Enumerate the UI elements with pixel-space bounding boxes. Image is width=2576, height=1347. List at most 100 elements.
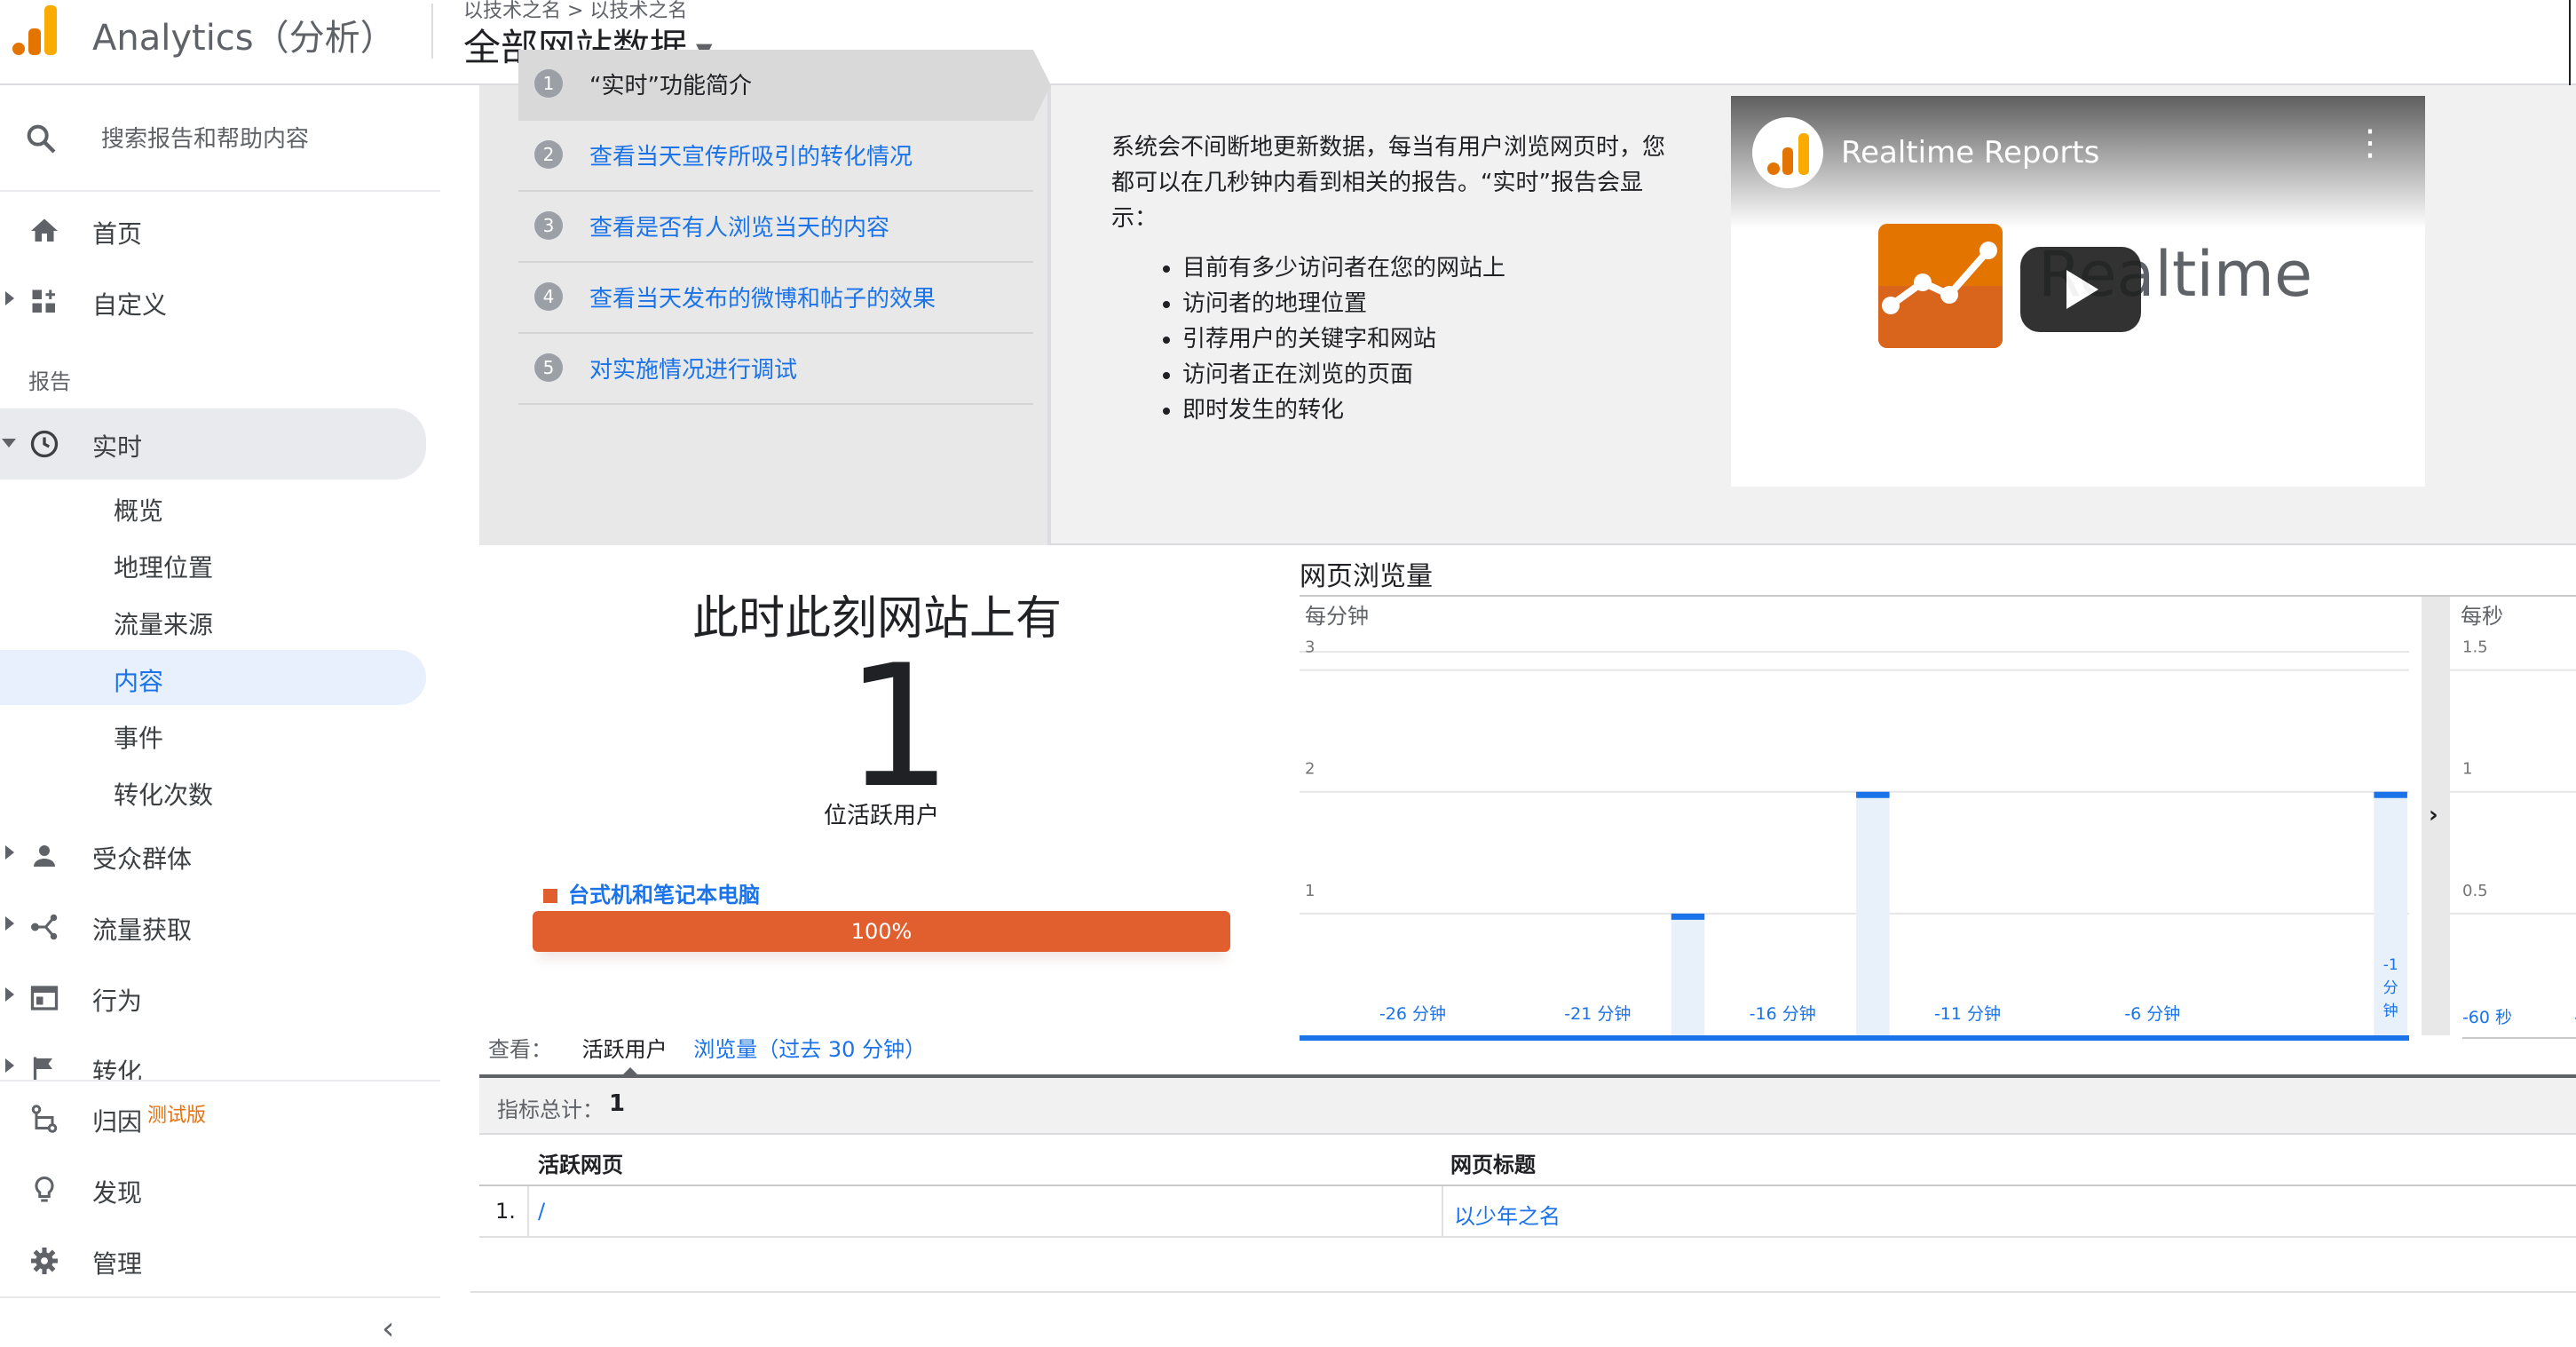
sidebar-item-home[interactable]: 首页 [0,199,440,261]
intro-bullet: 访问者正在浏览的页面 [1182,357,1679,392]
intro-video-player[interactable]: Realtime Reports ⋮ Realtime [1731,96,2425,487]
attribution-label: 归因 [92,1107,143,1137]
sidebar-item-customization[interactable]: 自定义 [0,270,440,332]
bar-top [1856,791,1890,798]
column-header-page-title[interactable]: 网页标题 [1450,1147,1536,1178]
sidebar-subitem-conversions[interactable]: 转化次数 [0,764,426,819]
step-label: 对实施情况进行调试 [589,357,798,384]
sidebar-item-label: 实时 [92,432,143,462]
row-number: 1. [495,1199,516,1224]
view-tabs-label: 查看： [488,1037,552,1062]
content-footer-rule [470,1291,2576,1293]
expand-arrow-icon [5,987,14,1002]
sidebar-item-label: 行为 [92,986,143,1016]
browser-window-icon [30,986,59,1010]
intro-bullet: 访问者的地理位置 [1182,286,1679,321]
intro-step-2[interactable]: 2 查看当天宣传所吸引的转化情况 [518,121,1033,192]
expand-arrow-icon [5,916,14,931]
page-title-link[interactable]: 以少年之名 [1454,1199,1561,1230]
active-page-link[interactable]: / [538,1199,545,1224]
view-tabs: 查看： 活跃用户 浏览量（过去 30 分钟） [488,1032,926,1063]
x-tick-label: 分 [2383,979,2398,997]
bar-top [1671,913,1705,920]
sidebar-subitem-events[interactable]: 事件 [0,707,426,762]
sidebar-divider [0,1080,440,1082]
sidebar-item-acquisition[interactable]: 流量获取 [0,895,440,957]
window-edge [2569,0,2576,85]
video-title[interactable]: Realtime Reports [1841,135,2099,170]
expand-arrow-icon [5,845,14,860]
step-number: 3 [534,211,563,240]
more-options-icon[interactable]: ⋮ [2352,123,2388,163]
sidebar-subitem-traffic-sources[interactable]: 流量来源 [0,593,426,648]
home-icon [31,218,58,242]
gear-icon [31,1248,58,1274]
channel-logo-icon[interactable] [1752,117,1823,188]
analytics-logo[interactable] [12,5,62,55]
cell-divider [527,1186,529,1238]
subitem-label: 内容 [114,667,164,696]
step-number: 2 [534,140,563,169]
sidebar-search[interactable]: 搜索报告和帮助内容 [0,108,440,163]
search-icon [27,124,56,154]
intro-step-3[interactable]: 3 查看是否有人浏览当天的内容 [518,192,1033,263]
sidebar-item-discover[interactable]: 发现 [0,1158,440,1220]
sidebar-item-audience[interactable]: 受众群体 [0,824,440,886]
bar [1856,791,1890,1035]
sidebar-item-label: 转化 [92,1058,143,1082]
intro-bullet: 引荐用户的关键字和网站 [1182,321,1679,357]
sidebar-item-conversions[interactable]: 转化 [0,1037,440,1082]
y-tick-label: 3 [1305,638,1315,657]
sidebar-item-attribution[interactable]: 归因 测试版 [0,1087,440,1149]
top-bar: Analytics（分析） 以技术之名 > 以技术之名 全部网站数据▼ [0,0,2576,85]
realtime-intro-panel: 1 “实时”功能简介 2 查看当天宣传所吸引的转化情况 3 查看是否有人浏览当天的内容… [479,50,2576,545]
subitem-label: 流量来源 [114,610,214,639]
x-tick-label: -6 分钟 [2124,1004,2180,1024]
tab-active-users[interactable]: 活跃用户 [582,1037,668,1062]
sidebar-subitem-content[interactable]: 内容 [0,650,426,705]
x-tick-label: -60 秒 [2462,1008,2512,1027]
realtime-content-main: 此时此刻网站上有 1 位活跃用户 台式机和笔记本电脑 100% 网页浏览量 › 1… [470,545,2576,1343]
play-button[interactable] [2020,247,2141,332]
tab-pageviews-30min[interactable]: 浏览量（过去 30 分钟） [693,1037,926,1062]
collapse-arrow-icon [2,439,16,448]
x-tick-label: -1 [2383,956,2398,974]
intro-step-5[interactable]: 5 对实施情况进行调试 [518,334,1033,405]
y-tick-label: 2 [1305,760,1315,779]
beta-badge: 测试版 [147,1105,207,1127]
intro-bullet: 目前有多少访问者在您的网站上 [1182,250,1679,286]
step-number: 5 [534,353,563,382]
collapse-sidebar-icon[interactable]: ‹ [382,1311,394,1347]
y-tick-label: 1.5 [2462,638,2488,657]
app-name: Analytics（分析） [92,18,396,59]
sidebar-item-realtime[interactable]: 实时 [0,408,426,479]
expand-arrow-icon [5,291,14,305]
x-tick-label: -16 分钟 [1750,1004,1816,1024]
metric-total-value: 1 [609,1090,626,1117]
y-tick-label: 1 [1305,882,1315,900]
subitem-label: 概览 [114,496,164,526]
step-label: 查看是否有人浏览当天的内容 [589,215,890,242]
sidebar-item-behavior[interactable]: 行为 [0,966,440,1028]
intro-step-1[interactable]: 1 “实时”功能简介 [518,50,1051,121]
lightbulb-icon [35,1176,54,1202]
sidebar-item-admin[interactable]: 管理 [0,1229,440,1291]
active-users-caption: 位活跃用户 [824,803,940,829]
metric-total-bar: 指标总计： 1 [479,1074,2576,1135]
column-header-active-page[interactable]: 活跃网页 [538,1147,623,1178]
sidebar-subitem-overview[interactable]: 概览 [0,479,426,535]
device-label: 台式机和笔记本电脑 [568,883,760,907]
device-color-swatch [543,889,557,903]
y-tick-label: 1 [2462,760,2472,779]
sidebar-subitem-locations[interactable]: 地理位置 [0,536,426,591]
sidebar-item-label: 流量获取 [92,915,193,945]
table-header: 活跃网页 网页标题 [479,1135,2576,1186]
device-progress-bar[interactable]: 100% [533,911,1230,952]
sidebar-item-label: 首页 [92,219,143,249]
intro-description: 系统会不间断地更新数据，每当有用户浏览网页时，您都可以在几秒钟内看到相关的报告。… [1111,130,1679,428]
pageviews-chart: › 1 2 3 0.5 1 1.5 每分钟 每秒 -26 分钟 -21 分钟 -16 分钟 -11 分钟… [1300,597,2576,1041]
subitem-label: 转化次数 [114,780,214,810]
intro-step-4[interactable]: 4 查看当天发布的微博和帖子的效果 [518,263,1033,334]
sidebar-divider [0,190,440,192]
table-row: 1. / 以少年之名 [479,1186,2576,1238]
